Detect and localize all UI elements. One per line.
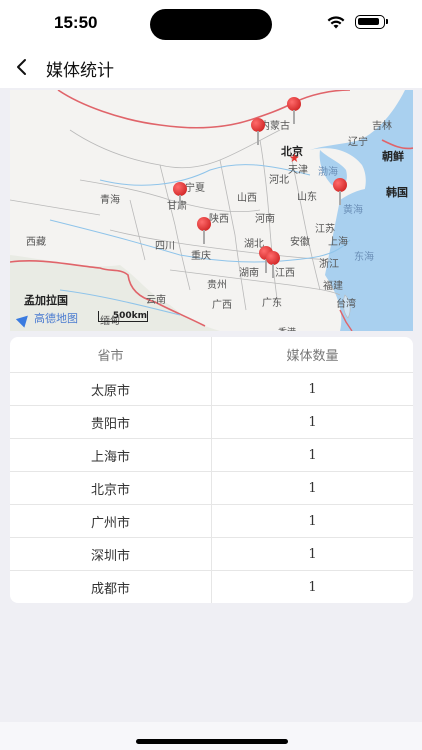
nav-bar: 媒体统计 xyxy=(0,46,422,88)
cell-city: 广州市 xyxy=(10,505,212,537)
map-label-bohai: 渤海 xyxy=(318,167,338,178)
header-count: 媒体数量 xyxy=(286,349,339,364)
cell-city: 上海市 xyxy=(10,439,212,471)
media-map[interactable]: 内蒙古 吉林 辽宁 北京 朝鲜 ★ 天津 渤海 河北 韩国 宁夏 青海 山西 山… xyxy=(10,90,413,331)
map-label-shaanxi: 陕西 xyxy=(209,214,229,225)
page-title: 媒体统计 xyxy=(46,61,114,81)
map-label-tianjin: 天津 xyxy=(288,165,308,176)
map-label-guangxi: 广西 xyxy=(212,300,232,311)
cell-city: 贵阳市 xyxy=(10,406,212,438)
map-label-fujian: 福建 xyxy=(323,281,343,292)
cell-city: 深圳市 xyxy=(10,538,212,570)
map-label-guangdong: 广东 xyxy=(262,298,282,309)
map-label-henan: 河南 xyxy=(255,214,275,225)
map-label-jilin: 吉林 xyxy=(372,121,392,132)
map-pin-beijing[interactable] xyxy=(287,97,301,124)
cell-count: 1 xyxy=(308,414,317,430)
map-label-jiangxi: 江西 xyxy=(275,268,295,279)
map-label-hunan: 湖南 xyxy=(239,268,259,279)
battery-icon xyxy=(355,15,388,29)
amap-arrow-icon xyxy=(15,310,33,328)
table-row[interactable]: 深圳市 1 xyxy=(10,538,413,571)
wifi-icon xyxy=(327,16,345,29)
map-pin-taiyuan[interactable] xyxy=(251,118,265,145)
map-label-sichuan: 四川 xyxy=(155,241,175,252)
map-label-guizhou: 贵州 xyxy=(207,280,227,291)
map-scale-bar: 500km xyxy=(98,311,148,322)
chevron-left-icon[interactable] xyxy=(10,54,36,80)
map-label-liaoning: 辽宁 xyxy=(348,137,368,148)
map-label-shanghai: 上海 xyxy=(328,237,348,248)
map-label-yunnan: 云南 xyxy=(146,295,166,306)
cell-city: 成都市 xyxy=(10,571,212,603)
map-label-shanxi: 山西 xyxy=(237,193,257,204)
map-pin-shanghai[interactable] xyxy=(333,178,347,205)
header-province: 省市 xyxy=(10,337,212,372)
map-label-xizang: 西藏 xyxy=(26,237,46,248)
map-pin-shenzhen[interactable] xyxy=(266,251,280,278)
cell-city: 太原市 xyxy=(10,373,212,405)
amap-logo-text: 高德地图 xyxy=(34,312,78,325)
map-label-zhejiang: 浙江 xyxy=(319,259,339,270)
map-pin-guiyang[interactable] xyxy=(197,217,211,244)
map-label-xianggang: 香港 xyxy=(278,325,296,331)
table-row[interactable]: 太原市 1 xyxy=(10,373,413,406)
map-label-shandong: 山东 xyxy=(297,192,317,203)
cell-count: 1 xyxy=(308,546,317,562)
map-label-qinghai: 青海 xyxy=(100,195,120,206)
status-time: 15:50 xyxy=(54,13,98,32)
media-stats-table: 省市 媒体数量 太原市 1 贵阳市 1 上海市 1 北京市 1 广州市 1 深圳… xyxy=(10,337,413,603)
map-label-huanghai: 黄海 xyxy=(343,205,363,216)
table-header: 省市 媒体数量 xyxy=(10,337,413,373)
cell-count: 1 xyxy=(308,513,317,529)
home-indicator-area xyxy=(0,722,422,750)
cell-count: 1 xyxy=(308,381,317,397)
cell-count: 1 xyxy=(308,447,317,463)
map-label-taiwan: 台湾 xyxy=(336,299,356,310)
cell-count: 1 xyxy=(308,480,317,496)
map-label-hanguo: 韩国 xyxy=(386,186,408,199)
map-label-gansu: 甘肃 xyxy=(167,201,187,212)
map-label-donghai: 东海 xyxy=(354,252,374,263)
cell-city: 北京市 xyxy=(10,472,212,504)
table-row[interactable]: 上海市 1 xyxy=(10,439,413,472)
home-indicator[interactable] xyxy=(136,739,288,744)
table-row[interactable]: 贵阳市 1 xyxy=(10,406,413,439)
table-row[interactable]: 成都市 1 xyxy=(10,571,413,603)
map-label-hebei: 河北 xyxy=(269,175,289,186)
map-label-chaoxian: 朝鲜 xyxy=(382,150,404,163)
map-label-chongqing: 重庆 xyxy=(191,251,211,262)
table-row[interactable]: 广州市 1 xyxy=(10,505,413,538)
map-label-anhui: 安徽 xyxy=(290,237,310,248)
map-pin-chengdu[interactable] xyxy=(173,182,187,209)
status-bar: 15:50 xyxy=(0,0,422,46)
map-label-ningxia: 宁夏 xyxy=(185,183,205,194)
table-row[interactable]: 北京市 1 xyxy=(10,472,413,505)
amap-logo: 高德地图 xyxy=(15,310,78,328)
dynamic-island xyxy=(150,9,272,40)
map-label-mengjiala: 孟加拉国 xyxy=(24,294,68,307)
cell-count: 1 xyxy=(308,579,317,595)
